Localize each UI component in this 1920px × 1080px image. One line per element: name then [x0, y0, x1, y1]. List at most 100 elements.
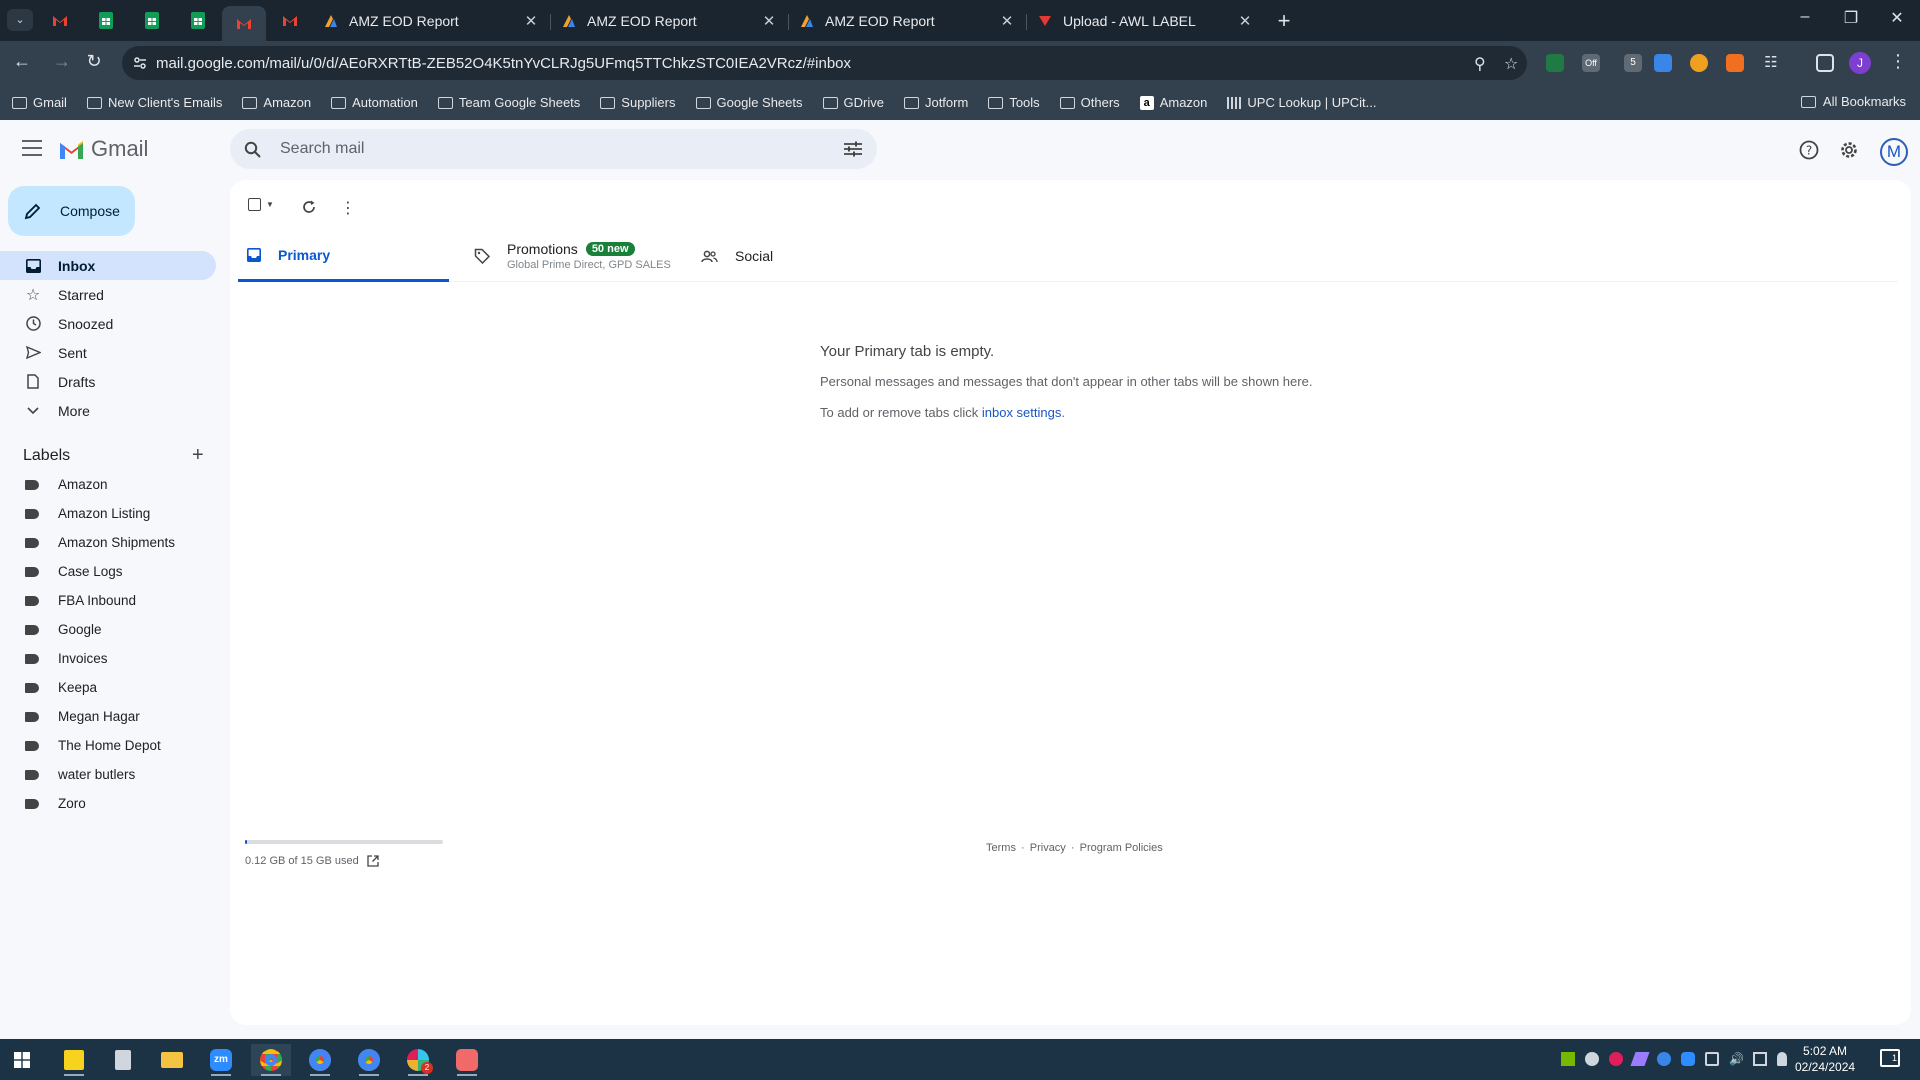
- taskbar-chrome-3[interactable]: [349, 1044, 389, 1076]
- tab-promotions[interactable]: Promotions 50 new Global Prime Direct, G…: [474, 230, 671, 282]
- nav-item-starred[interactable]: ☆ Starred: [0, 280, 216, 309]
- bookmark-folder[interactable]: New Client's Emails: [86, 95, 222, 110]
- search-icon[interactable]: [244, 141, 261, 158]
- nav-item-sent[interactable]: Sent: [0, 338, 216, 367]
- pinned-tab-sheets-1[interactable]: [84, 6, 128, 35]
- microphone-tray-icon[interactable]: [1777, 1052, 1787, 1066]
- more-actions-icon[interactable]: ⋮: [340, 198, 356, 218]
- tab-close-icon[interactable]: ✕: [523, 12, 539, 30]
- network-tray-icon[interactable]: [1753, 1052, 1767, 1066]
- help-icon[interactable]: ?: [1799, 140, 1819, 160]
- label-item[interactable]: water butlers: [0, 760, 230, 789]
- forward-button[interactable]: →: [50, 51, 74, 72]
- create-label-button[interactable]: +: [192, 444, 204, 467]
- refresh-icon[interactable]: [302, 200, 316, 214]
- gmail-logo[interactable]: Gmail: [58, 136, 148, 162]
- extension-badge-icon[interactable]: 5: [1624, 54, 1642, 72]
- bookmark-folder[interactable]: GDrive: [822, 95, 884, 110]
- extension-off-icon[interactable]: Off: [1582, 54, 1600, 72]
- label-item[interactable]: Keepa: [0, 673, 230, 702]
- volume-tray-icon[interactable]: 🔊: [1729, 1052, 1744, 1066]
- address-bar[interactable]: mail.google.com/mail/u/0/d/AEoRXRTtB-ZEB…: [122, 46, 1527, 80]
- bluetooth-tray-icon[interactable]: [1657, 1052, 1671, 1066]
- select-all-checkbox[interactable]: ▼: [248, 198, 278, 211]
- label-item[interactable]: Invoices: [0, 644, 230, 673]
- taskbar-sticky-notes[interactable]: [54, 1044, 94, 1076]
- label-item[interactable]: The Home Depot: [0, 731, 230, 760]
- system-clock[interactable]: 5:02 AM 02/24/2024: [1795, 1043, 1855, 1075]
- extension-orange-icon[interactable]: [1690, 54, 1708, 72]
- bookmark-folder[interactable]: Jotform: [903, 95, 968, 110]
- nav-item-inbox[interactable]: Inbox: [0, 251, 216, 280]
- inbox-settings-link[interactable]: inbox settings: [982, 405, 1062, 420]
- taskbar-chrome-2[interactable]: [300, 1044, 340, 1076]
- label-item[interactable]: Case Logs: [0, 557, 230, 586]
- new-tab-button[interactable]: +: [1272, 8, 1296, 34]
- taskbar-chrome-1[interactable]: [251, 1044, 291, 1076]
- bookmark-link[interactable]: a Amazon: [1139, 95, 1207, 110]
- taskbar-calculator[interactable]: [103, 1044, 143, 1076]
- side-panel-icon[interactable]: [1816, 54, 1834, 72]
- bookmark-folder[interactable]: Team Google Sheets: [437, 95, 580, 110]
- extension-blue-icon[interactable]: [1654, 54, 1672, 72]
- extension-green-icon[interactable]: [1546, 54, 1564, 72]
- nav-item-more[interactable]: More: [0, 396, 216, 425]
- notification-center-icon[interactable]: 1: [1880, 1049, 1900, 1067]
- pen-tray-icon[interactable]: [1630, 1052, 1650, 1066]
- taskbar-zoom[interactable]: zm: [201, 1044, 241, 1076]
- bookmark-folder[interactable]: Automation: [331, 95, 418, 110]
- zoom-tray-icon[interactable]: [1681, 1052, 1695, 1066]
- bookmark-folder[interactable]: Amazon: [242, 95, 311, 110]
- bookmark-folder[interactable]: Suppliers: [600, 95, 676, 110]
- bookmark-star-icon[interactable]: ☆: [1504, 54, 1518, 74]
- tab-close-icon[interactable]: ✕: [999, 12, 1015, 30]
- battery-tray-icon[interactable]: [1705, 1052, 1719, 1066]
- search-options-icon[interactable]: [844, 141, 862, 157]
- bookmark-link[interactable]: UPC Lookup | UPCit...: [1227, 95, 1376, 110]
- bookmark-folder[interactable]: Others: [1059, 95, 1120, 110]
- label-item[interactable]: Google: [0, 615, 230, 644]
- nvidia-tray-icon[interactable]: [1561, 1052, 1575, 1066]
- taskbar-slack[interactable]: 2: [398, 1044, 438, 1076]
- label-item[interactable]: Zoro: [0, 789, 230, 818]
- slack-tray-icon[interactable]: [1609, 1052, 1623, 1066]
- bookmark-folder[interactable]: Google Sheets: [695, 95, 803, 110]
- label-item[interactable]: Amazon Shipments: [0, 528, 230, 557]
- bookmark-folder[interactable]: Tools: [988, 95, 1040, 110]
- bookmark-folder[interactable]: Gmail: [12, 95, 67, 110]
- minimize-window-button[interactable]: –: [1790, 8, 1820, 26]
- network-share-tray-icon[interactable]: [1585, 1052, 1599, 1066]
- settings-gear-icon[interactable]: [1839, 140, 1859, 160]
- main-menu-icon[interactable]: [22, 140, 42, 161]
- browser-menu-icon[interactable]: ⋮: [1886, 51, 1910, 72]
- site-info-icon[interactable]: [133, 56, 147, 70]
- tab-search-button[interactable]: ⌄: [7, 9, 33, 31]
- compose-button[interactable]: Compose: [8, 186, 135, 236]
- browser-tab[interactable]: AMZ EOD Report ✕: [313, 6, 549, 36]
- tab-primary[interactable]: Primary: [238, 230, 449, 282]
- account-avatar[interactable]: M: [1880, 138, 1908, 166]
- reload-button[interactable]: ↻: [82, 51, 106, 72]
- terms-link[interactable]: Terms: [986, 842, 1016, 854]
- privacy-link[interactable]: Privacy: [1030, 842, 1066, 854]
- extensions-puzzle-icon[interactable]: ☷: [1762, 54, 1780, 72]
- pinned-tab-gmail-1[interactable]: [38, 6, 82, 35]
- browser-tab[interactable]: AMZ EOD Report ✕: [551, 6, 787, 36]
- tab-close-icon[interactable]: ✕: [1237, 12, 1253, 30]
- label-item[interactable]: Amazon Listing: [0, 499, 230, 528]
- browser-profile-avatar[interactable]: J: [1849, 52, 1871, 74]
- taskbar-asana[interactable]: [447, 1044, 487, 1076]
- extension-js-icon[interactable]: [1726, 54, 1744, 72]
- search-input[interactable]: [280, 140, 780, 158]
- back-button[interactable]: ←: [10, 51, 34, 72]
- mail-search-bar[interactable]: [230, 129, 877, 169]
- label-item[interactable]: FBA Inbound: [0, 586, 230, 615]
- caret-down-icon[interactable]: ▼: [266, 200, 274, 209]
- start-button[interactable]: [2, 1044, 42, 1076]
- label-item[interactable]: Megan Hagar: [0, 702, 230, 731]
- nav-item-drafts[interactable]: Drafts: [0, 367, 216, 396]
- browser-tab[interactable]: Upload - AWL LABEL ✕: [1027, 6, 1263, 36]
- tab-close-icon[interactable]: ✕: [761, 12, 777, 30]
- restore-window-button[interactable]: ❐: [1836, 8, 1866, 28]
- pinned-tab-gmail-active[interactable]: [222, 6, 266, 41]
